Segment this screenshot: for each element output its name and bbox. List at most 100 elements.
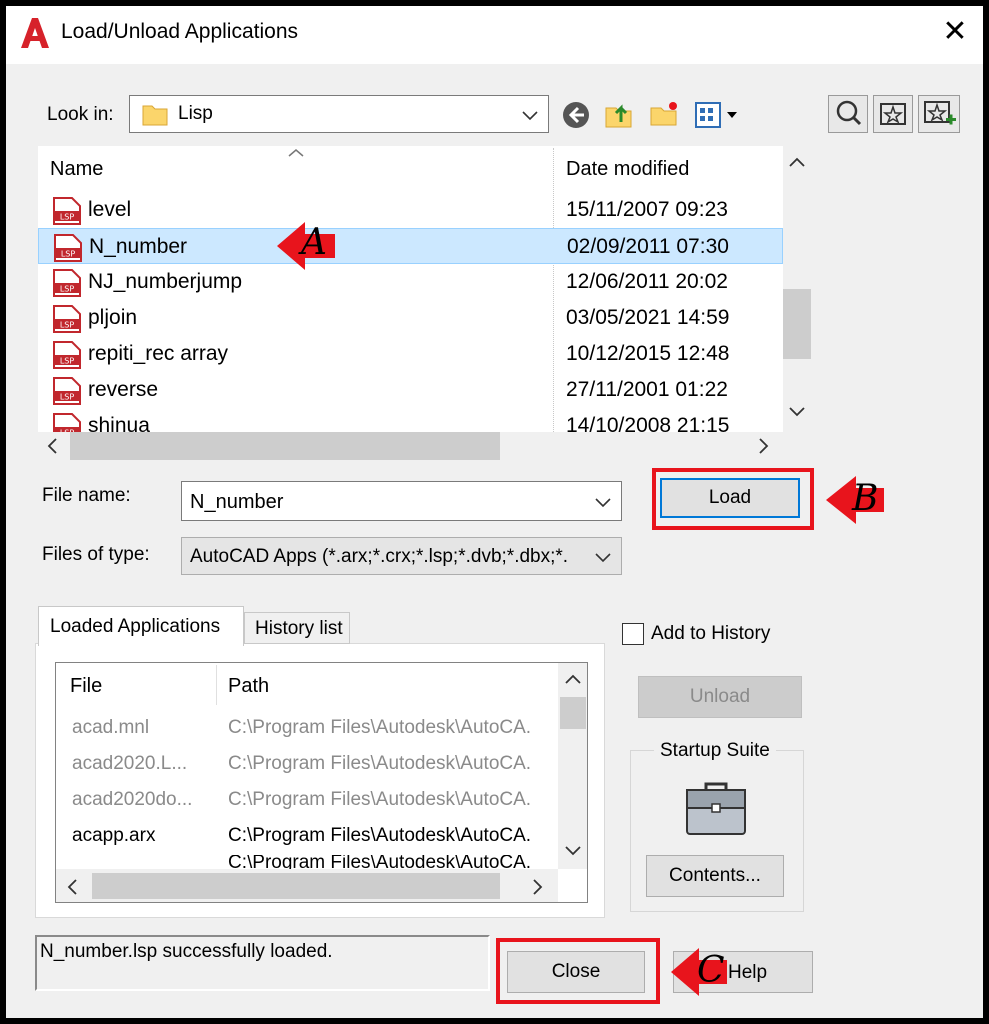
look-in-dropdown[interactable]: Lisp (129, 95, 549, 133)
app-file: acad.mnl (72, 717, 150, 738)
tab-loaded-applications[interactable]: Loaded Applications (38, 606, 244, 646)
svg-text:LSP: LSP (61, 250, 76, 259)
chevron-right-icon[interactable] (530, 877, 546, 897)
file-name: level (88, 198, 132, 221)
scrollbar-thumb[interactable] (783, 289, 811, 359)
file-date: 12/06/2011 20:02 (566, 270, 728, 293)
apps-list-hscroll[interactable] (56, 869, 558, 902)
new-folder-icon[interactable] (648, 98, 680, 130)
lsp-file-icon: LSP (53, 377, 81, 405)
scrollbar-thumb[interactable] (92, 873, 500, 899)
column-header-path[interactable]: Path (228, 675, 269, 698)
find-file-button[interactable] (828, 95, 868, 133)
lsp-file-icon: LSP (53, 269, 81, 297)
chevron-down-icon[interactable] (787, 404, 807, 420)
file-row[interactable]: LSP level 15/11/2007 09:23 (38, 192, 783, 228)
look-in-label: Look in: (47, 104, 114, 125)
file-date: 03/05/2021 14:59 (566, 306, 730, 329)
column-header-file[interactable]: File (70, 675, 102, 698)
apps-list-vscroll[interactable] (558, 663, 587, 869)
file-date: 14/10/2008 21:15 (566, 414, 730, 432)
file-name-input[interactable]: N_number (181, 481, 622, 521)
app-path: C:\Program Files\Autodesk\AutoCA. (228, 789, 532, 810)
add-to-history-checkbox[interactable] (622, 623, 644, 645)
chevron-down-icon (522, 111, 538, 121)
tab-loaded-applications-label: Loaded Applications (50, 616, 221, 637)
chevron-up-icon[interactable] (563, 671, 583, 687)
briefcase-icon (686, 782, 746, 835)
svg-text:LSP: LSP (60, 321, 75, 330)
add-to-history-label: Add to History (651, 623, 771, 644)
app-path: C:\Program Files\Autodesk\AutoCA. (228, 753, 532, 774)
file-date: 02/09/2011 07:30 (567, 235, 729, 258)
file-list-hscroll[interactable] (38, 432, 783, 460)
add-to-favorites-button[interactable] (918, 95, 960, 133)
sort-ascending-icon (288, 149, 304, 157)
files-of-type-dropdown[interactable]: AutoCAD Apps (*.arx;*.crx;*.lsp;*.dvb;*.… (181, 537, 622, 575)
file-date: 15/11/2007 09:23 (566, 198, 728, 221)
autocad-logo-icon (21, 18, 49, 48)
chevron-down-icon (595, 553, 611, 563)
status-text: N_number.lsp successfully loaded. (40, 941, 333, 962)
svg-text:LSP: LSP (60, 357, 75, 366)
column-header-name[interactable]: Name (50, 158, 103, 181)
file-name: shinua (88, 414, 150, 432)
files-of-type-label: Files of type: (42, 544, 150, 565)
folder-icon (142, 105, 168, 126)
views-menu-icon[interactable] (694, 100, 742, 130)
unload-button[interactable]: Unload (638, 676, 802, 718)
chevron-up-icon[interactable] (787, 154, 807, 170)
file-row[interactable]: LSP NJ_numberjump 12/06/2011 20:02 (38, 264, 783, 300)
column-header-date[interactable]: Date modified (566, 158, 689, 181)
file-row[interactable]: LSP shinua 14/10/2008 21:15 (38, 408, 783, 432)
scrollbar-thumb[interactable] (70, 432, 500, 460)
file-name: pljoin (88, 306, 138, 329)
close-button[interactable]: Close (507, 951, 645, 993)
file-list[interactable]: Name Date modified LSP level 15/11/2007 … (38, 146, 783, 432)
close-window-icon[interactable]: ✕ (935, 14, 975, 50)
column-divider (216, 665, 217, 705)
chevron-down-icon[interactable] (593, 492, 613, 512)
app-file: acad2020do... (72, 789, 193, 810)
tab-history-list[interactable]: History list (244, 612, 350, 644)
chevron-left-icon[interactable] (44, 436, 60, 456)
file-date: 27/11/2001 01:22 (566, 378, 728, 401)
files-of-type-value: AutoCAD Apps (*.arx;*.crx;*.lsp;*.dvb;*.… (190, 546, 569, 567)
chevron-left-icon[interactable] (64, 877, 80, 897)
star-folder-icon (880, 103, 906, 125)
file-name: reverse (88, 378, 159, 401)
file-name: N_number (89, 235, 188, 258)
lsp-file-icon: LSP (53, 305, 81, 333)
app-file: acapp.arx (72, 825, 156, 846)
load-button[interactable]: Load (660, 478, 800, 518)
magnifier-icon (836, 100, 862, 126)
file-row-selected[interactable]: LSP N_number 02/09/2011 07:30 (38, 228, 783, 264)
scrollbar-thumb[interactable] (560, 697, 586, 729)
app-row-partial[interactable]: C:\Program Files\Autodesk\AutoCA. (72, 855, 572, 869)
chevron-down-icon[interactable] (563, 843, 583, 859)
up-one-level-icon[interactable] (603, 98, 635, 130)
svg-text:LSP: LSP (60, 393, 75, 402)
file-name-label: File name: (42, 485, 131, 506)
app-row[interactable]: acapp.arx C:\Program Files\Autodesk\AutoC… (72, 821, 572, 857)
svg-text:LSP: LSP (60, 285, 75, 294)
look-in-value: Lisp (178, 103, 213, 124)
contents-button[interactable]: Contents... (646, 855, 784, 897)
file-row[interactable]: LSP repiti_rec array 10/12/2015 12:48 (38, 336, 783, 372)
lsp-file-icon: LSP (53, 197, 81, 225)
loaded-apps-list[interactable]: File Path acad.mnl C:\Program Files\Autod… (55, 662, 588, 903)
annotation-label-b: B (852, 478, 879, 519)
file-list-vscroll[interactable] (783, 146, 811, 432)
file-row[interactable]: LSP pljoin 03/05/2021 14:59 (38, 300, 783, 336)
app-row[interactable]: acad.mnl C:\Program Files\Autodesk\AutoCA… (72, 713, 572, 749)
back-icon[interactable] (561, 100, 591, 130)
lsp-file-icon: LSP (53, 341, 81, 369)
app-row[interactable]: acad2020do... C:\Program Files\Autodesk\A… (72, 785, 572, 821)
chevron-right-icon[interactable] (756, 436, 772, 456)
svg-text:LSP: LSP (60, 213, 75, 222)
help-button-label: Help (728, 962, 768, 983)
favorites-button[interactable] (873, 95, 913, 133)
file-row[interactable]: LSP reverse 27/11/2001 01:22 (38, 372, 783, 408)
status-box: N_number.lsp successfully loaded. (35, 935, 490, 991)
app-row[interactable]: acad2020.L... C:\Program Files\Autodesk\A… (72, 749, 572, 785)
